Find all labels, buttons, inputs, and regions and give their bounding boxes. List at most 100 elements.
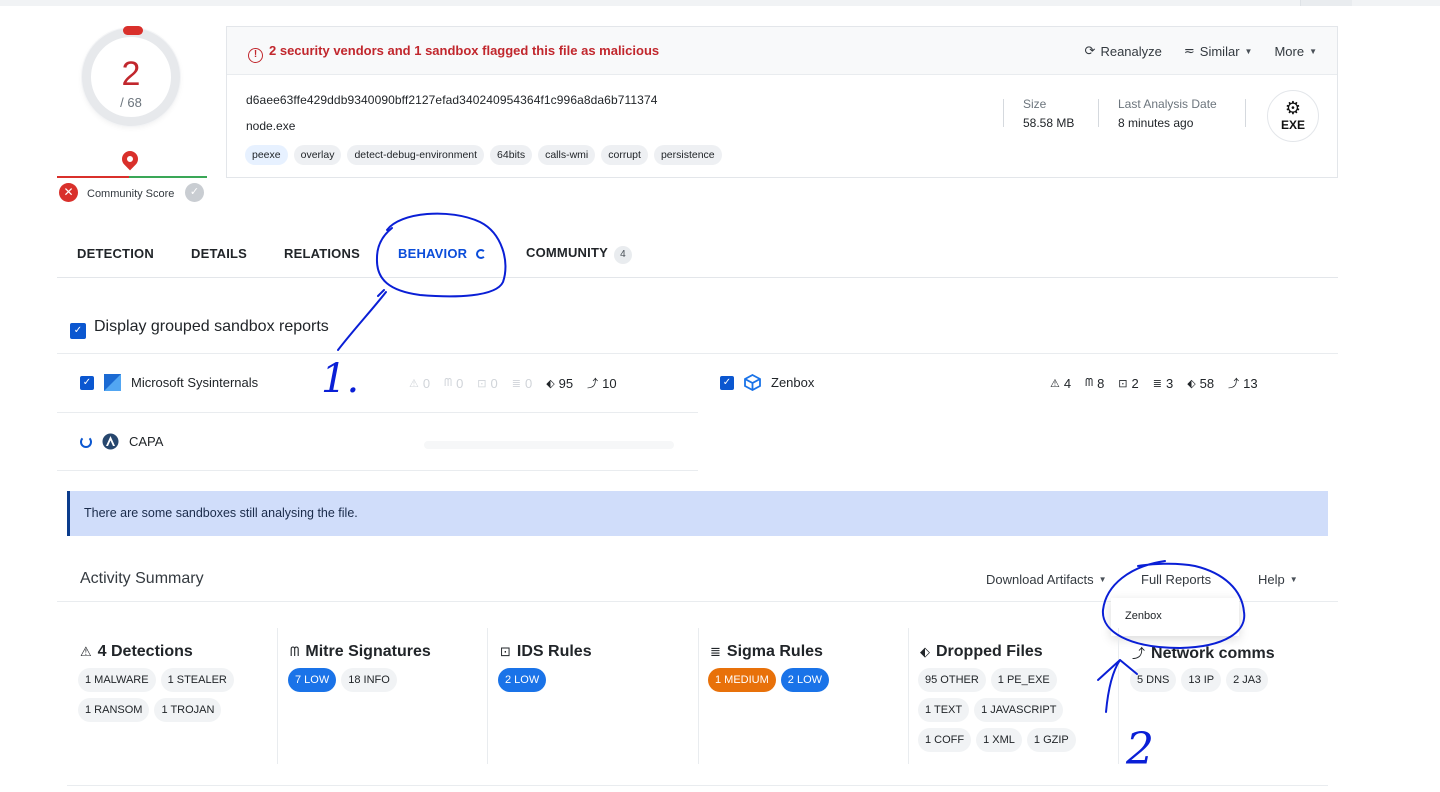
column-title: ⤴ Network comms	[1132, 643, 1275, 663]
detection-count: 2	[121, 55, 141, 93]
chip[interactable]: 7 LOW	[288, 668, 337, 692]
chip[interactable]: 1 MEDIUM	[708, 668, 776, 692]
tag[interactable]: persistence	[653, 145, 722, 165]
chip[interactable]: 1 TROJAN	[154, 698, 222, 722]
community-score-bar	[57, 176, 207, 178]
download-artifacts-label: Download Artifacts	[986, 572, 1094, 587]
card-actions: ⟳ Reanalyze ≂ Similar ▼ More ▼	[1085, 43, 1317, 59]
sandbox-row: CAPA	[57, 412, 698, 471]
capa-loading-placeholder	[424, 441, 674, 449]
tab-relations[interactable]: RELATIONS	[284, 246, 360, 261]
stat-ids: ⊡ 2	[1118, 375, 1138, 391]
tab-behavior[interactable]: BEHAVIOR	[398, 246, 487, 261]
malicious-alert: ! 2 security vendors and 1 sandbox flagge…	[248, 43, 659, 63]
tag[interactable]: corrupt	[601, 145, 648, 165]
chip[interactable]: 1 MALWARE	[78, 668, 156, 692]
checkbox-checked-icon[interactable]: ✓	[720, 375, 734, 390]
column-title: ⚠ 4 Detections	[80, 643, 193, 661]
chip[interactable]: 1 GZIP	[1026, 728, 1076, 752]
stat-detections: ⚠ 4	[1050, 375, 1071, 391]
size-value: 58.58 MB	[1023, 116, 1075, 130]
detection-score-gauge: 2 / 68	[82, 26, 180, 126]
stat-mitre: ᗰ8	[1085, 375, 1104, 391]
chip-list: 7 LOW 18 INFO	[288, 668, 478, 692]
chip[interactable]: 1 STEALER	[160, 668, 234, 692]
tag[interactable]: calls-wmi	[538, 145, 596, 165]
stat-value: 13	[1243, 375, 1258, 391]
sandbox-capa[interactable]: CAPA	[80, 433, 163, 450]
checkbox-checked-icon[interactable]: ✓	[80, 375, 94, 390]
community-marker-icon	[118, 147, 142, 171]
chip[interactable]: 2 JA3	[1226, 668, 1269, 692]
date-label: Last Analysis Date	[1118, 97, 1217, 111]
stat-detections: ⚠ 0	[409, 375, 430, 391]
column-title: ≣ Sigma Rules	[710, 643, 823, 661]
top-bar-tab	[1300, 0, 1352, 6]
chip[interactable]: 1 COFF	[918, 728, 972, 752]
reanalyze-button[interactable]: ⟳ Reanalyze	[1085, 43, 1162, 59]
full-reports-button[interactable]: Full Reports	[1141, 572, 1211, 587]
chip-list: 1 MEDIUM 2 LOW	[708, 668, 898, 692]
similar-label: Similar	[1199, 43, 1240, 59]
vote-harmless-icon[interactable]: ✓	[185, 183, 204, 202]
vote-malicious-icon[interactable]: ✕	[59, 183, 78, 202]
detection-total: / 68	[120, 95, 142, 110]
chip-list: 95 OTHER 1 PE_EXE 1 TEXT 1 JAVASCRIPT 1 …	[918, 668, 1093, 752]
chip[interactable]: 1 TEXT	[918, 698, 970, 722]
help-button[interactable]: Help ▼	[1258, 572, 1298, 587]
checkbox-checked-icon[interactable]: ✓	[70, 323, 86, 339]
reanalyze-label: Reanalyze	[1100, 43, 1162, 59]
gear-icon: ⚙	[1284, 98, 1302, 118]
download-artifacts-button[interactable]: Download Artifacts ▼	[986, 572, 1107, 587]
chevron-down-icon: ▼	[1309, 46, 1317, 56]
ids-icon: ⊡	[477, 377, 487, 390]
warning-icon: ⚠	[1050, 377, 1060, 390]
chip[interactable]: 2 LOW	[498, 668, 547, 692]
capa-logo-icon	[102, 433, 119, 450]
stat-ids: ⊡ 0	[477, 375, 497, 391]
tab-details[interactable]: DETAILS	[191, 246, 247, 261]
dropped-files-icon: ⬖	[1187, 377, 1196, 390]
sandbox-sysinternals[interactable]: ✓ Microsoft Sysinternals	[80, 374, 258, 391]
chip[interactable]: 1 JAVASCRIPT	[974, 698, 1064, 722]
network-icon: ⤴	[1228, 378, 1240, 390]
annotation-arrow-1	[337, 291, 387, 351]
stat-value: 2	[1131, 375, 1139, 391]
tab-community[interactable]: COMMUNITY 4	[526, 245, 632, 264]
chip[interactable]: 18 INFO	[341, 668, 397, 692]
analysis-notice: There are some sandboxes still analysing…	[67, 491, 1328, 536]
file-hash[interactable]: d6aee63ffe429ddb9340090bff2127efad340240…	[246, 93, 658, 107]
chip[interactable]: 1 PE_EXE	[990, 668, 1057, 692]
size-label: Size	[1023, 97, 1047, 111]
chip[interactable]: 1 XML	[976, 728, 1022, 752]
tag[interactable]: detect-debug-environment	[347, 145, 485, 165]
sandbox-zenbox[interactable]: ✓ Zenbox	[720, 374, 814, 391]
stat-network: ⤴ 10	[587, 375, 616, 391]
full-reports-label: Full Reports	[1141, 572, 1212, 587]
gauge-malicious-arc	[123, 26, 143, 35]
tag[interactable]: overlay	[293, 145, 342, 165]
tab-detection[interactable]: DETECTION	[77, 246, 154, 261]
chip[interactable]: 1 RANSOM	[78, 698, 150, 722]
activity-summary-title: Activity Summary	[80, 570, 204, 587]
tag-list: peexe overlay detect-debug-environment 6…	[245, 145, 722, 165]
chip[interactable]: 95 OTHER	[918, 668, 986, 692]
activity-summary-header: Activity Summary Download Artifacts ▼ Ful…	[57, 553, 1338, 602]
more-button[interactable]: More ▼	[1274, 43, 1317, 59]
similar-button[interactable]: ≂ Similar ▼	[1184, 43, 1253, 59]
ids-column: ⊡ IDS Rules 2 LOW	[498, 628, 699, 764]
chip[interactable]: 13 IP	[1181, 668, 1222, 692]
chevron-down-icon: ▼	[1098, 575, 1107, 584]
chip[interactable]: 5 DNS	[1130, 668, 1177, 692]
stat-dropped: ⬖ 95	[546, 375, 573, 391]
divider	[1003, 99, 1004, 127]
chip[interactable]: 2 LOW	[780, 668, 830, 692]
file-name: node.exe	[246, 119, 296, 133]
stat-value: 0	[422, 375, 431, 391]
tag[interactable]: peexe	[245, 145, 288, 165]
tag[interactable]: 64bits	[490, 145, 533, 165]
chevron-down-icon: ▼	[1244, 46, 1253, 56]
grouped-reports-toggle[interactable]: ✓ Display grouped sandbox reports	[70, 318, 329, 339]
column-title-text: IDS Rules	[516, 643, 592, 660]
stat-value: 4	[1063, 375, 1072, 391]
